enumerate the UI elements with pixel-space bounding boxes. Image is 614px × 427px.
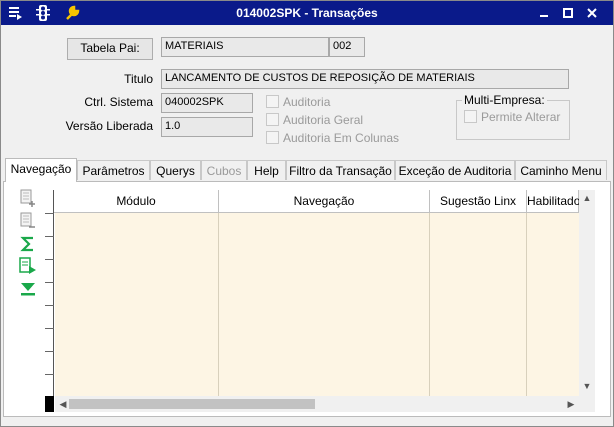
column-header-navegacao[interactable]: Navegação [219,190,430,213]
remove-row-icon[interactable] [19,212,37,230]
sum-icon[interactable] [19,235,37,253]
column-header-modulo[interactable]: Módulo [54,190,219,213]
column-header-sugestao-linx[interactable]: Sugestão Linx [430,190,527,213]
grid-body[interactable] [55,213,579,396]
minimize-icon[interactable] [537,7,551,19]
permite-alterar-checkbox[interactable]: Permite Alterar [464,110,560,124]
scroll-right-icon[interactable]: ▶ [563,399,579,410]
close-icon[interactable] [585,7,599,19]
export-icon[interactable] [19,257,37,275]
row-indicator-line [45,282,54,283]
auditoria-geral-checkbox[interactable]: Auditoria Geral [266,113,363,127]
window-title: 014002SPK - Transações [236,6,378,20]
checkbox-box [266,95,279,108]
auditoria-label: Auditoria [283,95,331,109]
column-divider [526,213,527,396]
add-row-icon[interactable] [19,189,37,207]
checkbox-box [266,113,279,126]
row-indicator-column [45,190,54,412]
scrollbar-corner [579,396,595,412]
title-bar: 014002SPK - Transações [1,1,613,25]
auditoria-colunas-label: Auditoria Em Colunas [283,131,400,145]
tabela-pai-button[interactable]: Tabela Pai: [67,38,153,60]
scroll-up-icon[interactable]: ▲ [579,193,595,203]
tabela-pai-field[interactable]: MATERIAIS [161,37,329,57]
tab-cubos[interactable]: Cubos [201,160,247,180]
tabela-pai-code-field[interactable]: 002 [329,37,365,57]
titulo-label: Titulo [124,72,153,86]
auditoria-geral-label: Auditoria Geral [283,113,364,127]
scroll-down-icon[interactable]: ▼ [579,381,595,391]
row-indicator-line [45,236,54,237]
expand-down-icon[interactable] [19,280,37,298]
ctrl-sistema-label: Ctrl. Sistema [84,95,153,109]
transacoes-window: 014002SPK - Transações Tabela Pai: MATER… [0,0,614,427]
versao-liberada-label: Versão Liberada [65,119,153,133]
tab-help[interactable]: Help [247,160,286,180]
tab-navegacao[interactable]: Navegação [5,158,77,182]
tab-caminho-menu[interactable]: Caminho Menu [515,160,607,180]
tab-excecao-auditoria[interactable]: Exceção de Auditoria [395,160,515,180]
tab-querys[interactable]: Querys [150,160,201,180]
row-indicator-line [45,351,54,352]
tab-bar: Navegação Parâmetros Querys Cubos Help F… [3,158,611,182]
tab-filtro-transacao[interactable]: Filtro da Transação [286,160,395,180]
ctrl-sistema-field[interactable]: 040002SPK [161,93,253,113]
maximize-icon[interactable] [561,7,575,19]
row-indicator-line [45,328,54,329]
tab-parametros[interactable]: Parâmetros [77,160,150,180]
titulo-field[interactable]: LANCAMENTO DE CUSTOS DE REPOSIÇÃO DE MAT… [161,69,569,89]
row-indicator-footer [45,396,54,412]
horizontal-scroll-thumb[interactable] [69,399,315,409]
row-indicator-line [45,213,54,214]
row-indicator-line [45,374,54,375]
row-indicator-line [45,305,54,306]
checkbox-box [464,110,477,123]
column-divider [218,213,219,396]
multi-empresa-title: Multi-Empresa: [462,93,547,107]
vertical-scrollbar[interactable]: ▲ ▼ [579,190,595,396]
horizontal-scrollbar[interactable]: ◀ ▶ [55,396,579,412]
column-divider [429,213,430,396]
row-indicator-line [45,259,54,260]
auditoria-colunas-checkbox[interactable]: Auditoria Em Colunas [266,131,399,145]
auditoria-checkbox[interactable]: Auditoria [266,95,330,109]
column-header-habilitado[interactable]: Habilitado [527,190,580,213]
versao-liberada-field[interactable]: 1.0 [161,117,253,137]
checkbox-box [266,131,279,144]
permite-alterar-label: Permite Alterar [481,110,561,124]
